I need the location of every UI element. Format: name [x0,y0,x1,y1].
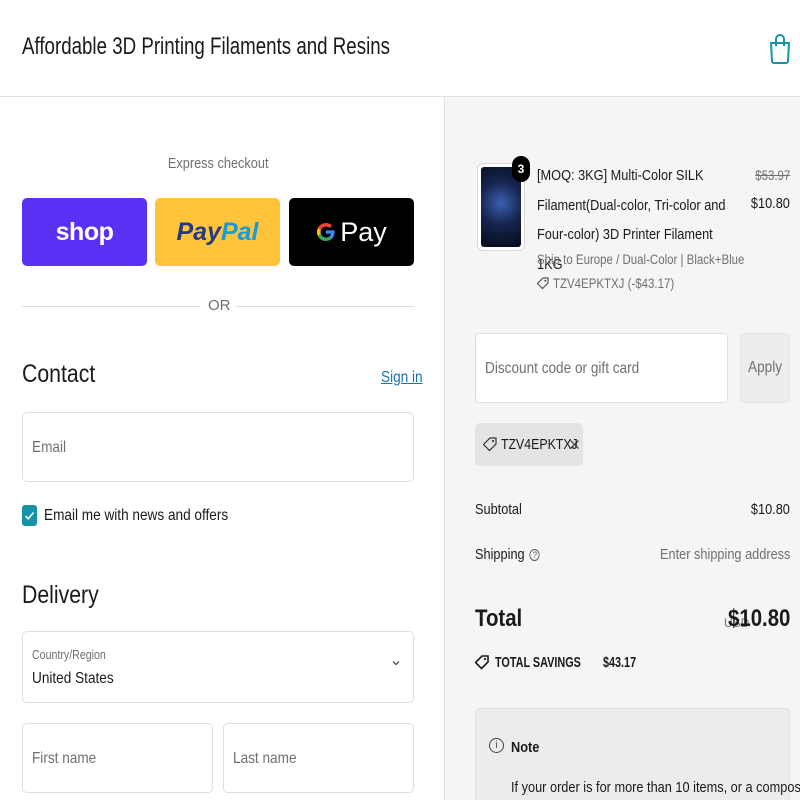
country-value: United States [32,670,114,687]
email-field[interactable]: Email [22,412,414,482]
express-checkout-label: Express checkout [167,155,269,172]
store-name[interactable]: Affordable 3D Printing Filaments and Res… [22,33,390,61]
newsletter-label[interactable]: Email me with news and offers [44,507,228,525]
shopping-bag-icon[interactable] [768,32,792,64]
help-icon[interactable]: ? [529,548,540,561]
google-pay-logo: Pay [316,217,387,248]
original-price: $53.97 [754,168,790,183]
tag-icon [483,437,497,452]
shop-pay-logo: shop [55,217,114,246]
quantity-badge: 3 [512,156,530,182]
tag-icon [537,277,549,290]
checkmark-icon [24,511,35,520]
shop-pay-button[interactable]: shop [22,198,147,266]
first-name-field[interactable]: First name [22,723,213,793]
sign-in-link[interactable]: Sign in [381,369,423,387]
subtotal-row: Subtotal $10.80 [475,501,790,518]
final-price: $10.80 [750,195,790,212]
discount-placeholder: Discount code or gift card [485,360,640,377]
paypal-button[interactable]: PayPal [155,198,280,266]
note-box: i Note If your order is for more than 10… [475,708,800,800]
email-placeholder: Email [32,439,67,456]
country-select[interactable]: Country/Region United States [22,631,414,703]
info-icon: i [489,738,504,753]
google-g-icon [317,222,335,242]
last-name-placeholder: Last name [233,750,297,767]
or-divider: OR [22,297,414,317]
shipping-value: Enter shipping address [659,546,790,563]
product-variant: Ship to Europe / Dual-Color | Black+Blue [537,252,745,267]
google-pay-button[interactable]: Pay [289,198,414,266]
product-discount: TZV4EPKTXJ (-$43.17) [537,276,696,291]
checkout-form: Express checkout shop PayPal Pay OR Cont… [0,97,444,800]
applied-discount-chip: TZV4EPKTXJ [475,423,583,466]
paypal-logo: PayPal [176,217,259,246]
total-label: Total [475,605,523,632]
first-name-placeholder: First name [32,750,97,767]
contact-heading: Contact [22,360,96,388]
shipping-row: Shipping? Enter shipping address [475,546,790,563]
apply-button[interactable]: Apply [740,333,790,403]
header: Affordable 3D Printing Filaments and Res… [0,0,800,97]
discount-code-input[interactable]: Discount code or gift card [475,333,728,403]
delivery-heading: Delivery [22,581,99,609]
note-title: Note [511,739,540,756]
country-label: Country/Region [32,648,106,662]
tag-icon [475,655,489,670]
subtotal-value: $10.80 [750,501,790,518]
newsletter-checkbox[interactable] [22,505,37,526]
total-savings: TOTAL SAVINGS $43.17 [475,654,668,671]
last-name-field[interactable]: Last name [223,723,414,793]
chevron-down-icon [392,661,400,666]
order-summary: 3 [MOQ: 3KG] Multi-Color SILK Filament(D… [444,97,800,800]
total-value: $10.80 [727,605,790,632]
note-body: If your order is for more than 10 items,… [511,779,800,796]
